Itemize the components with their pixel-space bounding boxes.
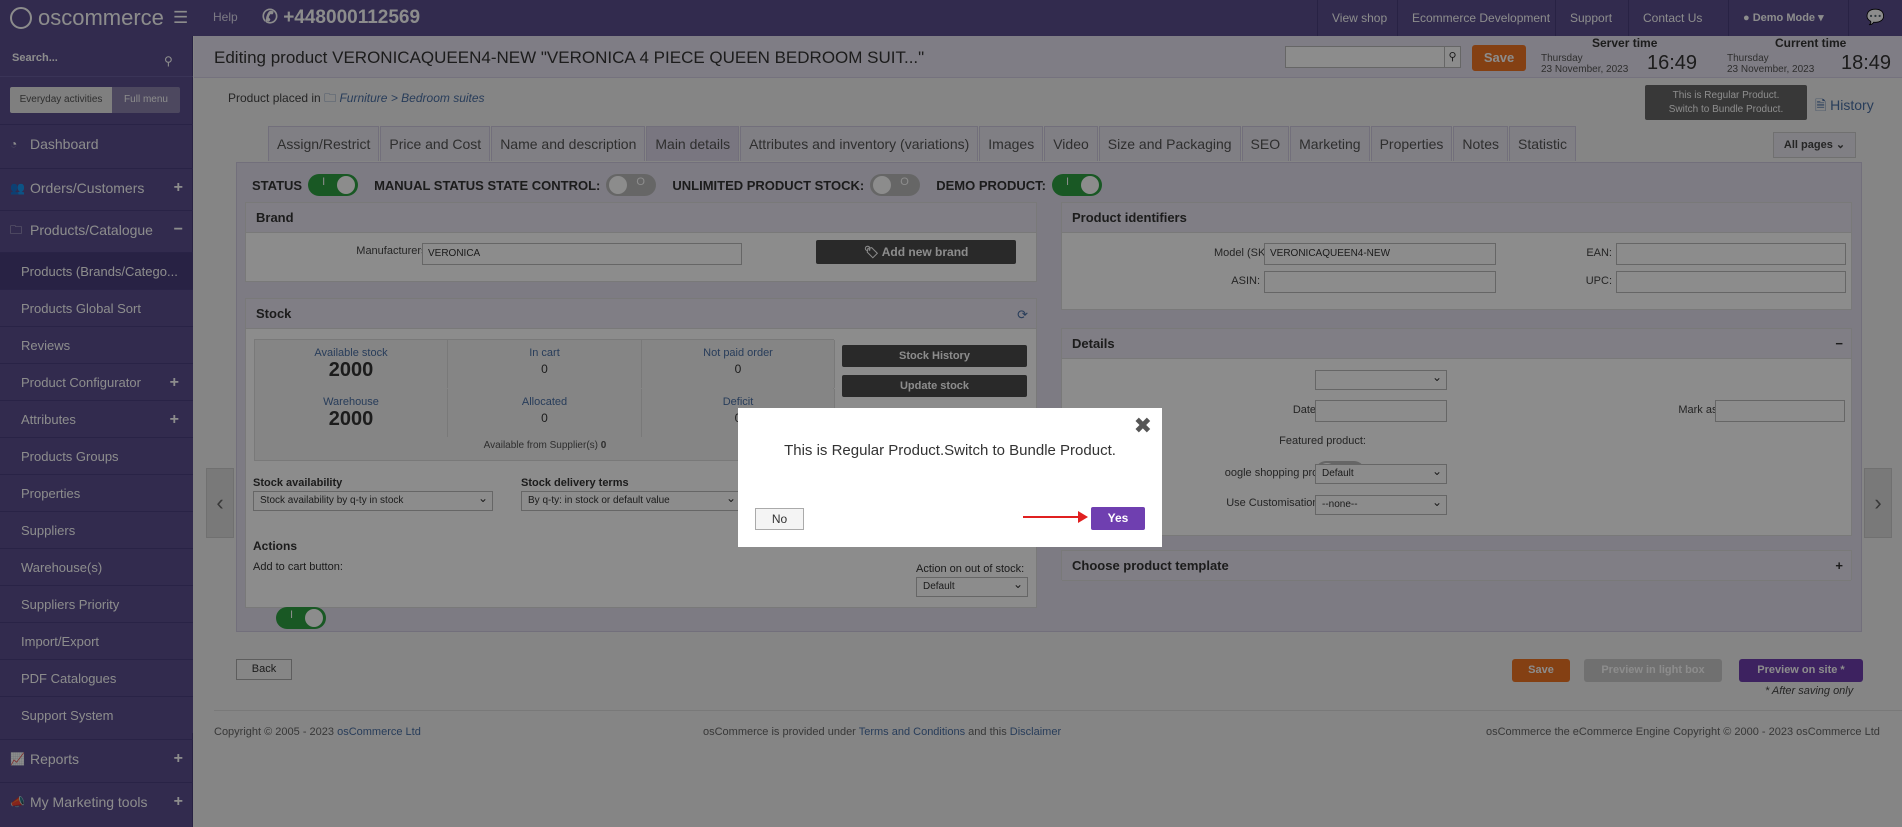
no-button[interactable]: No	[755, 508, 804, 530]
modal-message: This is Regular Product.Switch to Bundle…	[784, 442, 1116, 459]
switch-product-modal: ✖ This is Regular Product.Switch to Bund…	[738, 408, 1162, 547]
red-arrow-head-icon	[1078, 511, 1088, 523]
close-icon[interactable]: ✖	[1134, 413, 1152, 439]
red-arrow-icon	[1023, 516, 1081, 518]
yes-button[interactable]: Yes	[1091, 507, 1145, 530]
